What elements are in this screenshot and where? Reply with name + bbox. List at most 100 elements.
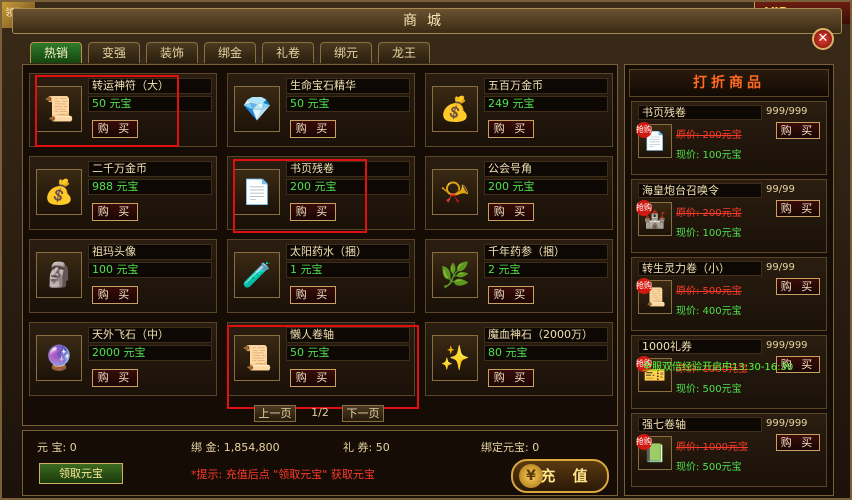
currency-bar: 元 宝: 0 绑 金: 1,854,800 礼 券: 50 绑定元宝: 0 领取… (22, 430, 618, 496)
discount-title: 打折商品 (693, 75, 765, 91)
gold-coin-bag-icon[interactable]: 💰 (432, 86, 478, 132)
discount-stock: 999/999 (766, 106, 808, 117)
buy-button[interactable]: 购 买 (92, 120, 138, 138)
current-price: 现价: 500元宝 (676, 384, 742, 395)
item-card: 📄 书页残卷 200 元宝 购 买 (227, 156, 415, 230)
ginseng-bundle-icon[interactable]: 🌿 (432, 252, 478, 298)
original-price-text: 原价: 1000元宝 (676, 442, 748, 453)
discount-item-name: 强七卷轴 (638, 417, 762, 432)
item-price: 200 元宝 (484, 179, 608, 195)
tab-decoration[interactable]: 装饰 (146, 42, 198, 63)
discount-panel: 打折商品 书页残卷 999/999 📄 抢购 原价: 200元宝 现价: 100… (624, 64, 834, 496)
tab-coupon[interactable]: 礼卷 (262, 42, 314, 63)
tab-dragon-king[interactable]: 龙王 (378, 42, 430, 63)
item-card: 🗿 祖玛头像 100 元宝 购 买 (29, 239, 217, 313)
recharge-button[interactable]: ¥ 充 值 (511, 459, 609, 493)
item-card: 📯 公会号角 200 元宝 购 买 (425, 156, 613, 230)
scroll-icon[interactable]: 📜 (234, 335, 280, 381)
item-price: 2 元宝 (484, 262, 608, 278)
discount-item: 强七卷轴 999/999 📗 抢购 原价: 1000元宝 现价: 500元宝 购… (631, 413, 827, 487)
current-price: 现价: 500元宝 (676, 462, 742, 473)
flash-sale-badge: 抢购 (636, 434, 652, 450)
item-name: 千年药参（捆） (484, 244, 608, 260)
item-price: 249 元宝 (484, 96, 608, 112)
discount-item: 书页残卷 999/999 📄 抢购 原价: 200元宝 现价: 100元宝 购 … (631, 101, 827, 175)
scroll-page-icon[interactable]: 📄 (234, 169, 280, 215)
yuanbao-balance: 元 宝: 0 (37, 441, 77, 454)
buy-button[interactable]: 购 买 (290, 203, 336, 221)
discount-buy-button[interactable]: 购 买 (776, 434, 820, 451)
item-price: 988 元宝 (88, 179, 212, 195)
next-page-button[interactable]: 下一页 (342, 405, 384, 422)
item-name: 五百万金币 (484, 78, 608, 94)
discount-buy-button[interactable]: 购 买 (776, 200, 820, 217)
potion-bundle-icon[interactable]: 🧪 (234, 252, 280, 298)
recharge-tip: *提示: 充值后点 "领取元宝" 获取元宝 (191, 468, 375, 481)
current-price: 现价: 400元宝 (676, 306, 742, 317)
discount-stock: 99/99 (766, 184, 795, 195)
discount-item: 转生灵力卷（小） 99/99 📜 抢购 原价: 500元宝 现价: 400元宝 … (631, 257, 827, 331)
item-name: 祖玛头像 (88, 244, 212, 260)
horn-icon[interactable]: 📯 (432, 169, 478, 215)
buy-button[interactable]: 购 买 (290, 286, 336, 304)
item-name: 魔血神石（2000万） (484, 327, 608, 343)
tab-bind-yuanbao[interactable]: 绑元 (320, 42, 372, 63)
item-card: 💎 生命宝石精华 50 元宝 购 买 (227, 73, 415, 147)
item-card: 💰 二千万金币 988 元宝 购 买 (29, 156, 217, 230)
original-price: 原价: 1000元宝 (676, 438, 748, 453)
prev-page-button[interactable]: 上一页 (254, 405, 296, 422)
buy-button[interactable]: 购 买 (488, 120, 534, 138)
tab-bind-gold[interactable]: 绑金 (204, 42, 256, 63)
discount-buy-button[interactable]: 购 买 (776, 278, 820, 295)
server-broadcast: 全服双倍经验开启中13:30-16:30 (642, 362, 794, 373)
coupon-balance: 礼 券: 50 (343, 441, 390, 454)
recharge-label: 充 值 (540, 467, 594, 485)
gold-coin-bag-icon[interactable]: 💰 (36, 169, 82, 215)
current-price: 现价: 100元宝 (676, 150, 742, 161)
item-card: 🔮 天外飞石（中） 2000 元宝 购 买 (29, 322, 217, 396)
item-name: 懒人卷轴 (286, 327, 410, 343)
red-gem-icon[interactable]: 💎 (234, 86, 280, 132)
buy-button[interactable]: 购 买 (488, 203, 534, 221)
buy-button[interactable]: 购 买 (92, 203, 138, 221)
item-card: 📜 懒人卷轴 50 元宝 购 买 (227, 322, 415, 396)
item-card: 📜 转运神符（大） 50 元宝 购 买 (29, 73, 217, 147)
item-name: 公会号角 (484, 161, 608, 177)
item-grid: 📜 转运神符（大） 50 元宝 购 买 💎 生命宝石精华 50 元宝 购 买 💰… (22, 64, 618, 426)
bound-yuanbao-balance: 绑定元宝: 0 (481, 441, 540, 454)
buy-button[interactable]: 购 买 (488, 369, 534, 387)
original-price-text: 原价: 200元宝 (676, 208, 742, 219)
buy-button[interactable]: 购 买 (488, 286, 534, 304)
discount-item: 海皇炮台召唤令 99/99 🏰 抢购 原价: 200元宝 现价: 100元宝 购… (631, 179, 827, 253)
flash-sale-badge: 抢购 (636, 122, 652, 138)
buy-button[interactable]: 购 买 (290, 369, 336, 387)
item-price: 200 元宝 (286, 179, 410, 195)
item-name: 二千万金币 (88, 161, 212, 177)
buy-button[interactable]: 购 买 (92, 286, 138, 304)
buy-button[interactable]: 购 买 (290, 120, 336, 138)
current-price: 现价: 100元宝 (676, 228, 742, 239)
item-price: 50 元宝 (88, 96, 212, 112)
discount-stock: 99/99 (766, 262, 795, 273)
claim-yuanbao-button[interactable]: 领取元宝 (39, 463, 123, 484)
item-price: 2000 元宝 (88, 345, 212, 361)
blue-orb-icon[interactable]: ✨ (432, 335, 478, 381)
statue-icon[interactable]: 🗿 (36, 252, 82, 298)
tab-strengthen[interactable]: 变强 (88, 42, 140, 63)
tab-hot[interactable]: 热销 (30, 42, 82, 63)
discount-item-name: 书页残卷 (638, 105, 762, 120)
discount-stock: 999/999 (766, 340, 808, 351)
discount-item-name: 1000礼券 (638, 339, 762, 354)
buy-button[interactable]: 购 买 (92, 369, 138, 387)
close-icon[interactable]: ✕ (812, 28, 834, 50)
crystal-stone-icon[interactable]: 🔮 (36, 335, 82, 381)
item-card: 🌿 千年药参（捆） 2 元宝 购 买 (425, 239, 613, 313)
discount-buy-button[interactable]: 购 买 (776, 122, 820, 139)
item-name: 天外飞石（中） (88, 327, 212, 343)
item-name: 书页残卷 (286, 161, 410, 177)
page-indicator: 1/2 (311, 406, 329, 419)
original-price: 原价: 200元宝 (676, 126, 742, 141)
original-price: 原价: 200元宝 (676, 204, 742, 219)
talisman-icon[interactable]: 📜 (36, 86, 82, 132)
window-title: 商城 (403, 13, 451, 29)
